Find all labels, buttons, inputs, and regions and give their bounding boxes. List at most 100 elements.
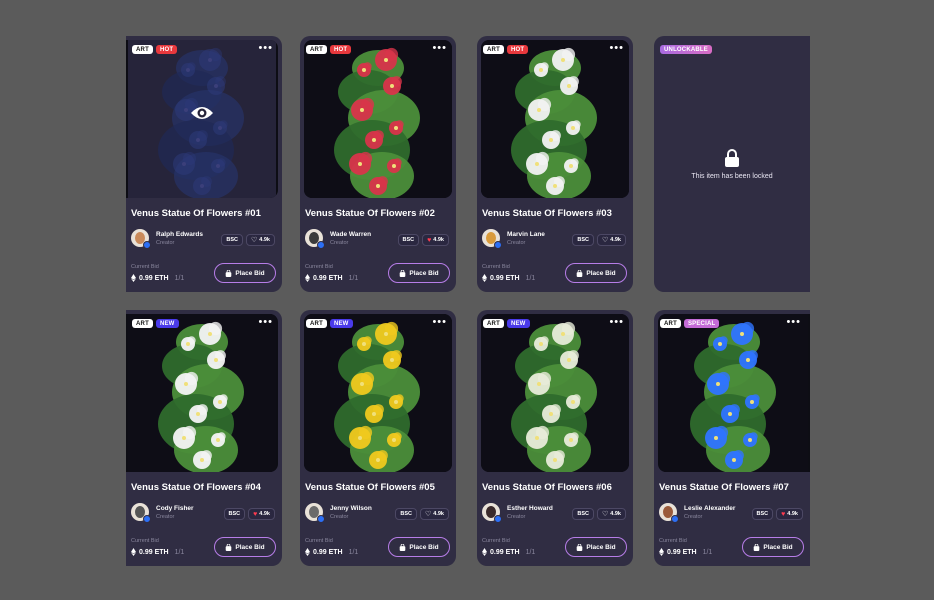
place-bid-button[interactable]: Place Bid	[388, 263, 450, 283]
tag-art: ART	[306, 319, 327, 328]
nft-artwork[interactable]	[481, 40, 629, 198]
locked-card[interactable]: UNLOCKABLE This item has been locked	[654, 36, 810, 292]
place-bid-label: Place Bid	[763, 543, 793, 551]
nft-card[interactable]: ART NEW ••• Venus Statue Of Flowers #06 Esth…	[477, 310, 633, 566]
like-count: 4.9k	[610, 511, 621, 517]
like-count: 4.9k	[433, 511, 444, 517]
nft-title[interactable]: Venus Statue Of Flowers #04	[131, 482, 261, 493]
tag-new: NEW	[329, 319, 353, 328]
place-bid-button[interactable]: Place Bid	[388, 537, 450, 557]
chain-badge: BSC	[397, 234, 420, 246]
tag-hot: HOT	[506, 45, 529, 54]
nft-card[interactable]: ART SPECIAL ••• Venus Statue Of Flowers #07…	[654, 310, 810, 566]
bag-icon	[226, 543, 232, 551]
more-options-icon[interactable]: •••	[432, 43, 447, 54]
avatar	[659, 503, 679, 523]
creator-info[interactable]: Leslie Alexander Creator	[659, 503, 736, 523]
creator-info[interactable]: Esther Howard Creator	[482, 503, 553, 523]
edition-count: 1/1	[174, 548, 185, 556]
edition-count: 1/1	[174, 274, 185, 282]
nft-artwork[interactable]	[304, 40, 452, 198]
like-button[interactable]: ♡ 4.9k	[420, 508, 449, 520]
nft-card[interactable]: ART NEW ••• Venus Statue Of Flowers #04 Cody…	[126, 310, 282, 566]
current-bid-label: Current Bid	[131, 264, 159, 270]
nft-card[interactable]: ART NEW ••• Venus Statue Of Flowers #05 Jenn…	[300, 310, 456, 566]
more-options-icon[interactable]: •••	[258, 43, 273, 54]
tag-new: NEW	[506, 319, 530, 328]
like-button[interactable]: ♡ 4.9k	[597, 508, 626, 520]
nft-title[interactable]: Venus Statue Of Flowers #07	[659, 482, 789, 493]
like-count: 4.9k	[433, 237, 444, 243]
place-bid-label: Place Bid	[409, 543, 439, 551]
nft-artwork[interactable]	[126, 314, 278, 472]
chain-badge: BSC	[572, 508, 594, 520]
place-bid-label: Place Bid	[586, 543, 616, 551]
verified-icon	[317, 515, 325, 523]
heart-icon: ♡	[602, 510, 609, 518]
nft-card[interactable]: ART HOT ••• Venus Statue Of Flowers #02 Wade…	[300, 36, 456, 292]
nft-title[interactable]: Venus Statue Of Flowers #06	[482, 482, 612, 493]
bag-icon	[577, 269, 583, 277]
eth-icon	[659, 548, 664, 556]
place-bid-label: Place Bid	[235, 269, 265, 277]
chain-badge: BSC	[223, 508, 246, 520]
edition-count: 1/1	[525, 274, 536, 282]
like-button[interactable]: ♡ 4.9k	[246, 234, 275, 246]
place-bid-label: Place Bid	[235, 543, 265, 551]
nft-artwork[interactable]	[658, 314, 810, 472]
eth-icon	[305, 274, 310, 282]
more-options-icon[interactable]: •••	[786, 317, 801, 328]
like-button[interactable]: ♥ 4.9k	[422, 234, 449, 246]
creator-name: Marvin Lane	[507, 230, 545, 238]
more-options-icon[interactable]: •••	[432, 317, 447, 328]
creator-info[interactable]: Ralph Edwards Creator	[131, 229, 203, 249]
more-options-icon[interactable]: •••	[609, 43, 624, 54]
creator-info[interactable]: Cody Fisher Creator	[131, 503, 194, 523]
nft-title[interactable]: Venus Statue Of Flowers #03	[482, 208, 612, 219]
creator-info[interactable]: Wade Warren Creator	[305, 229, 371, 249]
card-tags: ART SPECIAL	[660, 319, 720, 328]
price-value: 0.99 ETH	[139, 548, 169, 556]
nft-card[interactable]: ART HOT ••• Venus Statue Of Flowers #01 Ralp…	[126, 36, 282, 292]
like-button[interactable]: ♡ 4.9k	[597, 234, 626, 246]
nft-artwork[interactable]	[481, 314, 629, 472]
lock-icon	[725, 148, 739, 167]
eye-icon[interactable]	[190, 105, 214, 121]
price-value: 0.99 ETH	[139, 274, 169, 282]
current-bid-label: Current Bid	[482, 264, 510, 270]
place-bid-button[interactable]: Place Bid	[214, 537, 276, 557]
eth-icon	[482, 274, 487, 282]
tag-art: ART	[306, 45, 327, 54]
creator-name: Esther Howard	[507, 504, 553, 512]
place-bid-button[interactable]: Place Bid	[565, 263, 627, 283]
like-button[interactable]: ♥ 4.9k	[776, 508, 803, 520]
avatar	[482, 229, 502, 249]
bag-icon	[400, 269, 406, 277]
place-bid-button[interactable]: Place Bid	[742, 537, 804, 557]
more-options-icon[interactable]: •••	[609, 317, 624, 328]
nft-title[interactable]: Venus Statue Of Flowers #02	[305, 208, 435, 219]
nft-title[interactable]: Venus Statue Of Flowers #01	[131, 208, 261, 219]
like-count: 4.9k	[787, 511, 798, 517]
heart-icon: ♡	[251, 236, 258, 244]
nft-title[interactable]: Venus Statue Of Flowers #05	[305, 482, 435, 493]
creator-role: Creator	[507, 513, 526, 520]
place-bid-button[interactable]: Place Bid	[214, 263, 276, 283]
price-row: 0.99 ETH 1/1	[659, 548, 712, 556]
avatar	[305, 229, 325, 249]
more-options-icon[interactable]: •••	[258, 317, 273, 328]
creator-info[interactable]: Jenny Wilson Creator	[305, 503, 372, 523]
nft-artwork[interactable]	[304, 314, 452, 472]
place-bid-button[interactable]: Place Bid	[565, 537, 627, 557]
chain-badge: BSC	[751, 508, 774, 520]
creator-info[interactable]: Marvin Lane Creator	[482, 229, 545, 249]
bag-icon	[577, 543, 583, 551]
bag-icon	[754, 543, 760, 551]
nft-card[interactable]: ART HOT ••• Venus Statue Of Flowers #03 Marv…	[477, 36, 633, 292]
creator-name: Leslie Alexander	[684, 504, 736, 512]
avatar	[131, 229, 151, 249]
tag-hot: HOT	[155, 45, 178, 54]
like-button[interactable]: ♥ 4.9k	[248, 508, 275, 520]
tag-art: ART	[132, 319, 153, 328]
edition-count: 1/1	[348, 548, 359, 556]
